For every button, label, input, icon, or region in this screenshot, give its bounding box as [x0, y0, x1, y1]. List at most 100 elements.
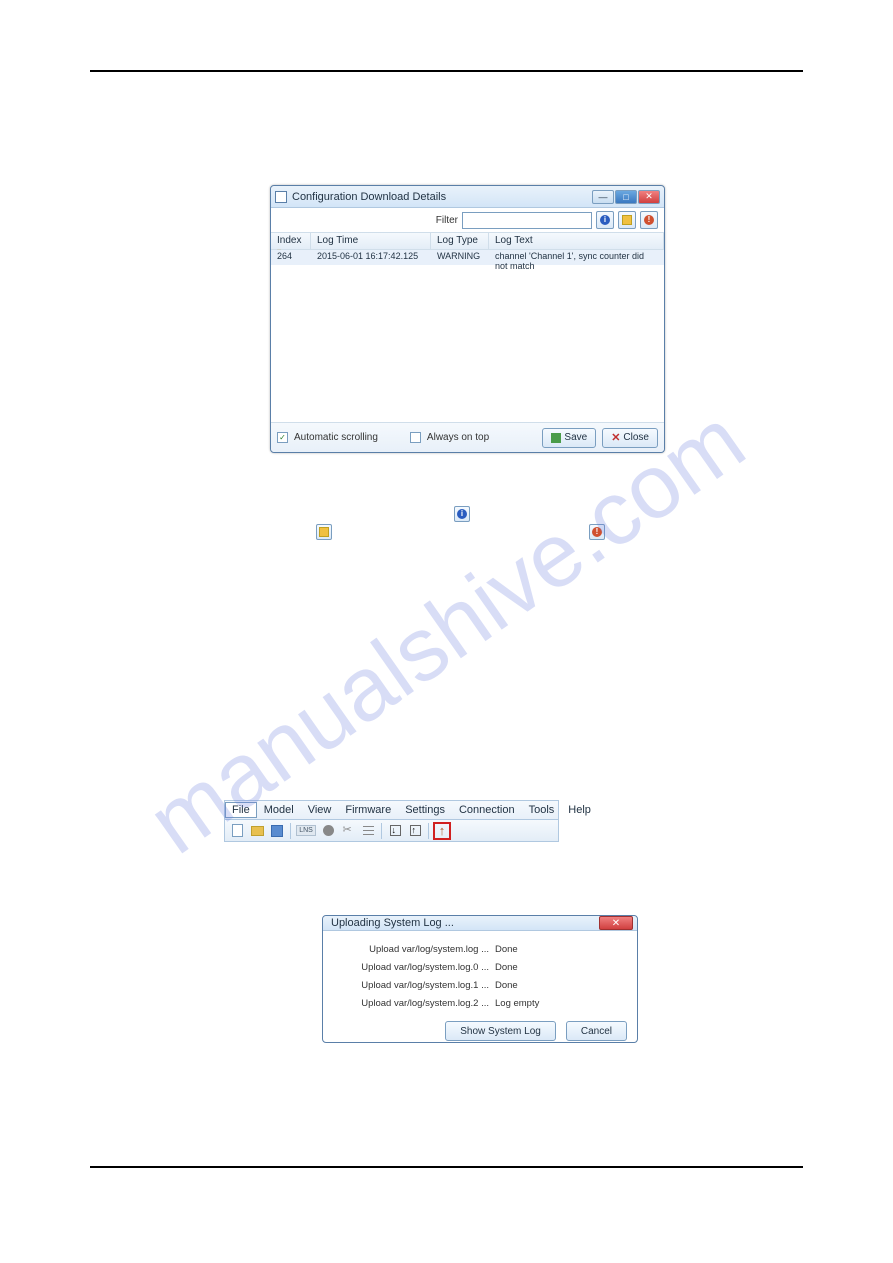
error-filter-button[interactable]: ! — [640, 211, 658, 229]
cancel-button[interactable]: Cancel — [566, 1021, 627, 1041]
config-download-details-dialog: Configuration Download Details — □ ✕ Fil… — [270, 185, 665, 453]
upload-status: Log empty — [495, 995, 625, 1013]
tb-new[interactable] — [228, 822, 246, 840]
filter-label: Filter — [436, 215, 458, 226]
always-on-top-checkbox[interactable] — [410, 432, 421, 443]
menu-settings[interactable]: Settings — [398, 802, 452, 818]
menu-model[interactable]: Model — [257, 802, 301, 818]
open-folder-icon — [251, 826, 264, 836]
always-on-top-label: Always on top — [427, 432, 489, 443]
window-title: Uploading System Log ... — [327, 917, 599, 929]
app-menubar-wrap: File Model View Firmware Settings Connec… — [224, 800, 559, 842]
tb-download[interactable] — [386, 822, 404, 840]
close-button[interactable]: ✕ — [638, 190, 660, 204]
upload-file: Upload var/log/system.log.2 ... — [335, 995, 495, 1013]
device-icon — [323, 825, 334, 836]
app-icon — [275, 191, 287, 203]
tb-open[interactable] — [248, 822, 266, 840]
auto-scroll-checkbox[interactable]: ✓ — [277, 432, 288, 443]
menu-connection[interactable]: Connection — [452, 802, 522, 818]
titlebar[interactable]: Uploading System Log ... ✕ — [323, 916, 637, 931]
menu-view[interactable]: View — [301, 802, 339, 818]
list-item: Upload var/log/system.log.2 ... Log empt… — [335, 995, 625, 1013]
col-logtext[interactable]: Log Text — [489, 233, 664, 249]
minimize-button[interactable]: — — [592, 190, 614, 204]
cell-logtime: 2015-06-01 16:17:42.125 — [311, 250, 431, 265]
tb-disconnect[interactable]: ✂ — [339, 822, 357, 840]
list-item: Upload var/log/system.log.1 ... Done — [335, 977, 625, 995]
warning-icon — [622, 215, 632, 225]
maximize-button[interactable]: □ — [615, 190, 637, 204]
tb-upload[interactable] — [406, 822, 424, 840]
separator-icon — [290, 823, 291, 839]
list-item: Upload var/log/system.log ... Done — [335, 941, 625, 959]
auto-scroll-label: Automatic scrolling — [294, 432, 378, 443]
menu-help[interactable]: Help — [561, 802, 598, 818]
save-icon — [551, 433, 561, 443]
close-dialog-button[interactable]: ✕ Close — [602, 428, 658, 448]
cell-logtype: WARNING — [431, 250, 489, 265]
page-rule-bottom — [90, 1166, 803, 1168]
upload-file: Upload var/log/system.log.1 ... — [335, 977, 495, 995]
filter-bar: Filter i ! — [271, 208, 664, 232]
upload-status: Done — [495, 977, 625, 995]
info-icon: i — [457, 509, 467, 519]
close-icon: ✕ — [611, 433, 620, 443]
list-item: Upload var/log/system.log.0 ... Done — [335, 959, 625, 977]
upload-status: Done — [495, 959, 625, 977]
menu-tools[interactable]: Tools — [522, 802, 562, 818]
list-icon — [363, 826, 374, 835]
disconnect-icon: ✂ — [343, 825, 354, 836]
info-filter-button[interactable]: i — [596, 211, 614, 229]
col-logtime[interactable]: Log Time — [311, 233, 431, 249]
uploading-syslog-dialog: Uploading System Log ... ✕ Upload var/lo… — [322, 915, 638, 1043]
separator-icon — [428, 823, 429, 839]
menu-firmware[interactable]: Firmware — [338, 802, 398, 818]
download-icon — [390, 825, 401, 836]
menubar: File Model View Firmware Settings Connec… — [224, 800, 559, 820]
dialog-buttons: Show System Log Cancel — [323, 1017, 637, 1049]
cell-index: 264 — [271, 250, 311, 265]
upload-status-list: Upload var/log/system.log ... Done Uploa… — [323, 931, 637, 1017]
save-button[interactable]: Save — [542, 428, 596, 448]
warning-filter-button[interactable] — [618, 211, 636, 229]
col-logtype[interactable]: Log Type — [431, 233, 489, 249]
close-button[interactable]: ✕ — [599, 916, 633, 930]
window-title: Configuration Download Details — [292, 191, 592, 203]
dialog-footer: ✓ Automatic scrolling Always on top Save… — [271, 422, 664, 452]
upload-status: Done — [495, 941, 625, 959]
upload-syslog-icon: ↑ — [439, 823, 446, 838]
disk-icon — [271, 825, 283, 837]
cell-logtext: channel 'Channel 1', sync counter did no… — [489, 250, 664, 265]
info-icon: i — [600, 215, 610, 225]
col-index[interactable]: Index ▾ — [271, 233, 311, 249]
new-file-icon — [232, 824, 243, 837]
separator-icon — [381, 823, 382, 839]
tb-list[interactable] — [359, 822, 377, 840]
page-rule-top — [90, 70, 803, 72]
table-body: 264 2015-06-01 16:17:42.125 WARNING chan… — [271, 250, 664, 422]
upload-file: Upload var/log/system.log ... — [335, 941, 495, 959]
filter-input[interactable] — [462, 212, 592, 229]
toolbar: LNS ✂ ↑ — [224, 820, 559, 842]
table-row[interactable]: 264 2015-06-01 16:17:42.125 WARNING chan… — [271, 250, 664, 265]
lns-icon: LNS — [296, 825, 316, 836]
inline-warning-icon — [316, 524, 332, 540]
warning-icon — [319, 527, 329, 537]
error-icon: ! — [592, 527, 602, 537]
close-label: Close — [623, 432, 649, 443]
upload-icon — [410, 825, 421, 836]
error-icon: ! — [644, 215, 654, 225]
tb-lns[interactable]: LNS — [295, 822, 317, 840]
tb-upload-syslog[interactable]: ↑ — [433, 822, 451, 840]
show-system-log-button[interactable]: Show System Log — [445, 1021, 556, 1041]
menu-file[interactable]: File — [225, 802, 257, 818]
tb-device[interactable] — [319, 822, 337, 840]
titlebar[interactable]: Configuration Download Details — □ ✕ — [271, 186, 664, 208]
table-header: Index ▾ Log Time Log Type Log Text — [271, 232, 664, 250]
inline-info-icon: i — [454, 506, 470, 522]
tb-save[interactable] — [268, 822, 286, 840]
upload-file: Upload var/log/system.log.0 ... — [335, 959, 495, 977]
inline-error-icon: ! — [589, 524, 605, 540]
save-label: Save — [564, 432, 587, 443]
